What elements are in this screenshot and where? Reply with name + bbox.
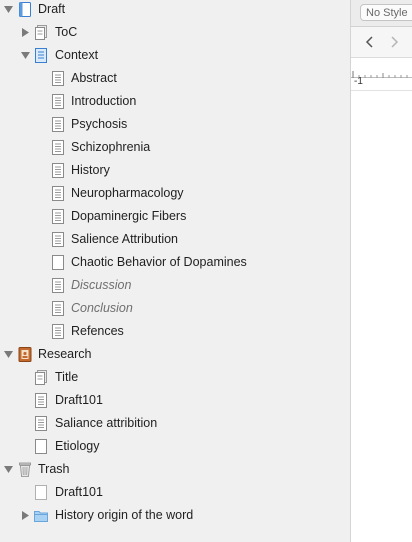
- binder-item-label: Conclusion: [71, 301, 133, 315]
- document-empty-icon: [35, 485, 47, 500]
- binder-item-label: Etiology: [55, 439, 100, 453]
- document-text-icon: [52, 117, 64, 132]
- disclosure-expanded-icon[interactable]: [4, 5, 13, 14]
- binder-item-label: Chaotic Behavior of Dopamines: [71, 255, 247, 269]
- binder-item-dopaminergic-fibers[interactable]: Dopaminergic Fibers: [0, 205, 350, 228]
- chevron-left-icon[interactable]: [364, 35, 376, 49]
- editor-header-bar: [351, 27, 412, 58]
- binder-item-label: Introduction: [71, 94, 137, 108]
- binder-item-label: Psychosis: [71, 117, 128, 131]
- binder-item-trash[interactable]: Trash: [0, 458, 350, 481]
- binder-item-label: Refences: [71, 324, 124, 338]
- binder-item-conclusion[interactable]: Conclusion: [0, 297, 350, 320]
- binder-item-etiology[interactable]: Etiology: [0, 435, 350, 458]
- binder-item-abstract[interactable]: Abstract: [0, 67, 350, 90]
- document-stack-icon: [35, 25, 47, 40]
- binder-item-draft101[interactable]: Draft101: [0, 389, 350, 412]
- document-text-icon: [52, 301, 64, 316]
- binder-item-label: Saliance attribition: [55, 416, 158, 430]
- binder-item-label: ToC: [55, 25, 78, 39]
- binder-item-toc[interactable]: ToC: [0, 21, 350, 44]
- binder-item-label: Abstract: [71, 71, 117, 85]
- binder-item-saliance-attribition[interactable]: Saliance attribition: [0, 412, 350, 435]
- binder-item-research[interactable]: Research: [0, 343, 350, 366]
- chevron-right-icon[interactable]: [388, 35, 400, 49]
- document-text-icon: [52, 232, 64, 247]
- document-text-icon: [52, 186, 64, 201]
- folder-icon: [34, 511, 48, 522]
- binder-item-draft[interactable]: Draft: [0, 0, 350, 21]
- document-stack-icon: [35, 370, 47, 385]
- binder-item-trash-draft101[interactable]: Draft101: [0, 481, 350, 504]
- binder-item-label: Context: [55, 48, 99, 62]
- binder-item-label: Title: [55, 370, 79, 384]
- binder-item-label: Salience Attribution: [71, 232, 179, 246]
- document-text-icon: [52, 324, 64, 339]
- disclosure-collapsed-icon[interactable]: [21, 511, 30, 520]
- document-empty-icon: [35, 439, 47, 454]
- binder-item-label: Draft101: [55, 393, 103, 407]
- binder-item-label: Draft: [38, 2, 66, 16]
- binder-item-chaotic-behavior[interactable]: Chaotic Behavior of Dopamines: [0, 251, 350, 274]
- disclosure-expanded-icon[interactable]: [21, 51, 30, 60]
- format-bar: No Style: [351, 0, 412, 27]
- ruler[interactable]: -1: [351, 70, 412, 91]
- binder-item-label: Draft101: [55, 485, 103, 499]
- disclosure-expanded-icon[interactable]: [4, 465, 13, 474]
- binder-item-title[interactable]: Title: [0, 366, 350, 389]
- binder-item-label: Dopaminergic Fibers: [71, 209, 187, 223]
- binder-item-refences[interactable]: Refences: [0, 320, 350, 343]
- binder-item-history[interactable]: History: [0, 159, 350, 182]
- binder-item-label: History origin of the word: [55, 508, 194, 522]
- binder-item-salience-attribution[interactable]: Salience Attribution: [0, 228, 350, 251]
- editor-pane: No Style -1: [351, 0, 412, 542]
- document-text-icon: [35, 416, 47, 431]
- document-empty-icon: [52, 255, 64, 270]
- binder-item-discussion[interactable]: Discussion: [0, 274, 350, 297]
- document-text-icon: [52, 278, 64, 293]
- binder-item-introduction[interactable]: Introduction: [0, 90, 350, 113]
- binder-item-neuropharmacology[interactable]: Neuropharmacology: [0, 182, 350, 205]
- binder-item-psychosis[interactable]: Psychosis: [0, 113, 350, 136]
- trash-icon: [19, 462, 31, 477]
- disclosure-expanded-icon[interactable]: [4, 350, 13, 359]
- binder-item-history-origin[interactable]: History origin of the word: [0, 504, 350, 527]
- document-text-icon: [52, 209, 64, 224]
- ruler-marker: -1: [354, 76, 363, 87]
- binder-item-label: History: [71, 163, 110, 177]
- text-group-icon: [35, 48, 47, 63]
- binder-item-label: Discussion: [71, 278, 132, 292]
- style-select[interactable]: No Style: [360, 4, 412, 21]
- document-text-icon: [52, 140, 64, 155]
- research-folder-icon: [18, 347, 32, 362]
- binder-item-label: Neuropharmacology: [71, 186, 184, 200]
- document-text-icon: [52, 163, 64, 178]
- document-text-icon: [52, 71, 64, 86]
- disclosure-collapsed-icon[interactable]: [21, 28, 30, 37]
- binder-sidebar: Draft ToC Context Abstract Introduction …: [0, 0, 351, 542]
- document-text-icon: [52, 94, 64, 109]
- binder-item-label: Trash: [38, 462, 70, 476]
- document-text-icon: [35, 393, 47, 408]
- binder-item-label: Research: [38, 347, 92, 361]
- binder-item-label: Schizophrenia: [71, 140, 151, 154]
- binder-item-schizophrenia[interactable]: Schizophrenia: [0, 136, 350, 159]
- binder-item-context[interactable]: Context: [0, 44, 350, 67]
- draft-folder-icon: [19, 2, 31, 17]
